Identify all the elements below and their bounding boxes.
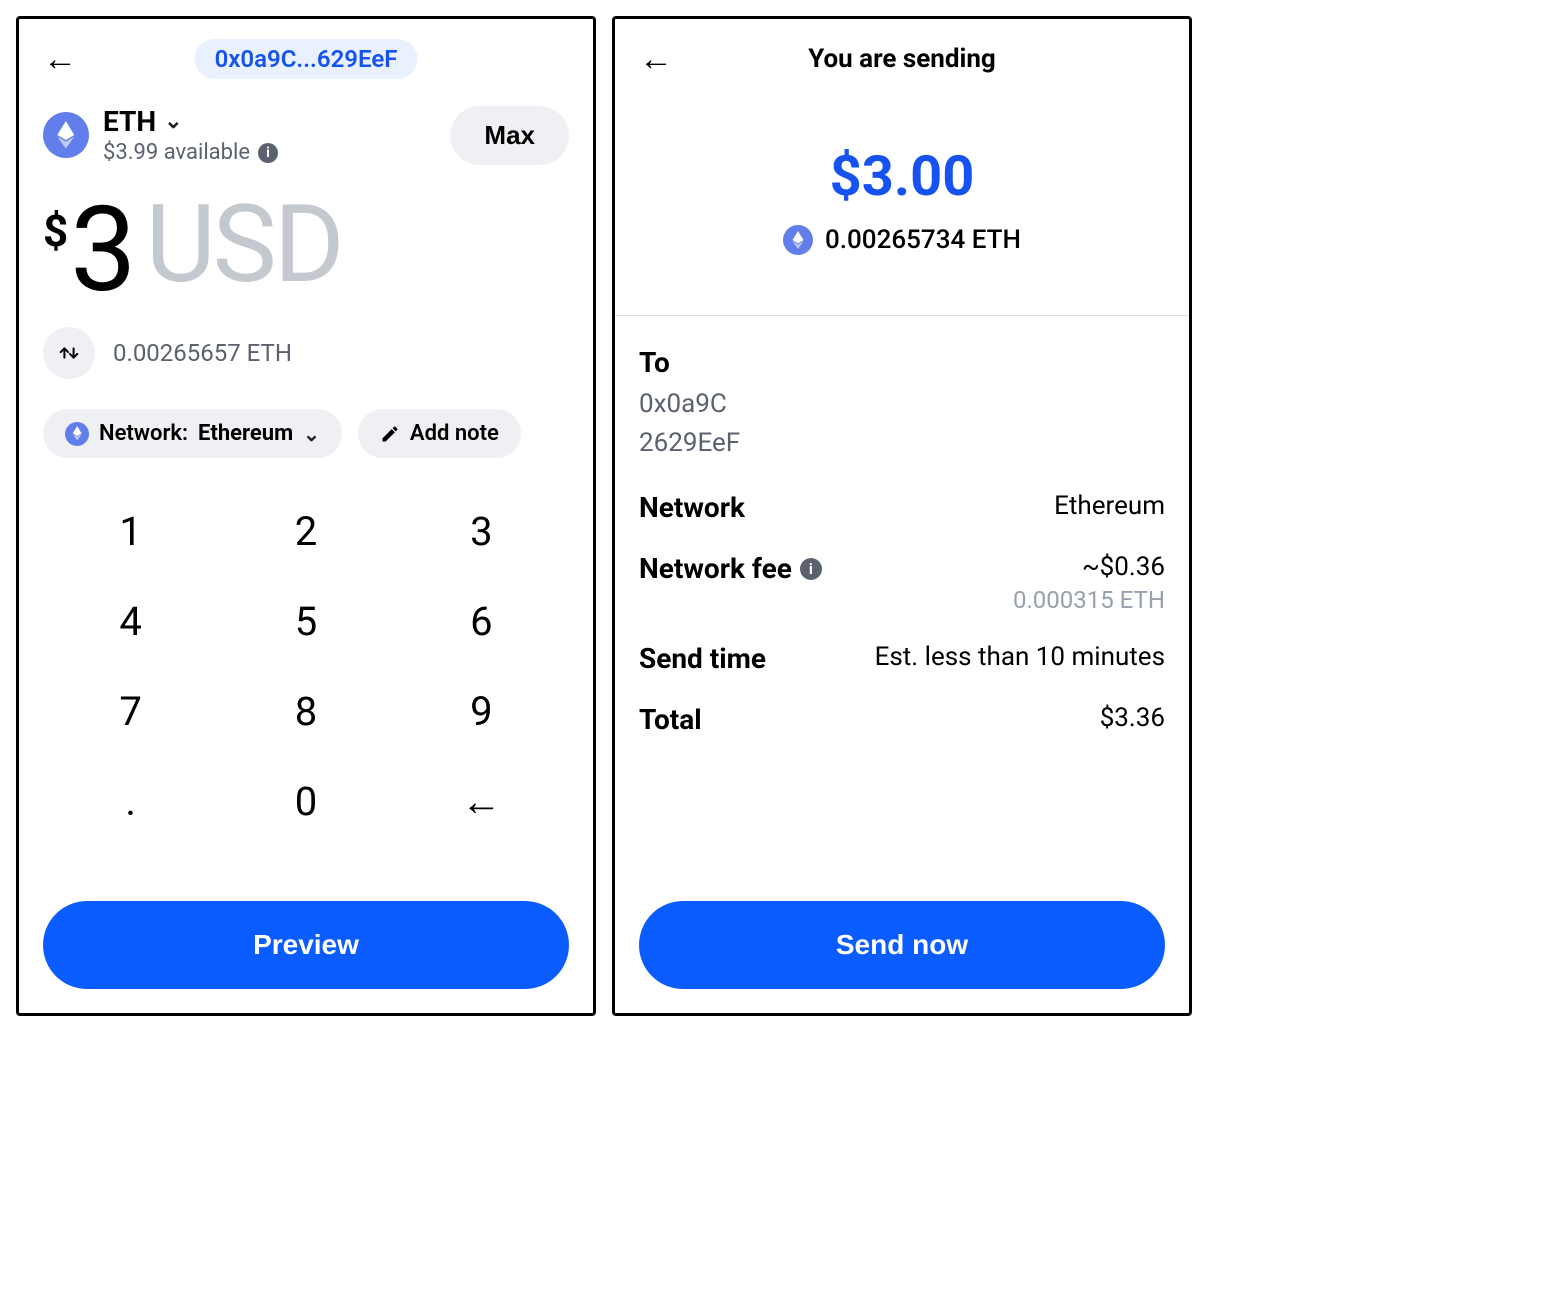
to-line-2: 2629EeF: [639, 424, 1165, 463]
conversion-row: 0.00265657 ETH: [43, 327, 569, 379]
swap-currency-button[interactable]: [43, 327, 95, 379]
max-button[interactable]: Max: [450, 106, 569, 165]
amount-value: 3: [70, 191, 133, 309]
divider: [615, 315, 1189, 316]
fee-label: Network fee: [639, 552, 792, 585]
send-amount-block: $3.00 0.00265734 ETH: [639, 143, 1165, 315]
eth-icon: [43, 112, 89, 158]
total-row: Total $3.36: [639, 703, 1165, 736]
send-time-value: Est. less than 10 minutes: [875, 642, 1165, 672]
key-6[interactable]: 6: [394, 576, 569, 666]
info-icon[interactable]: i: [258, 143, 278, 163]
currency-symbol: $: [43, 205, 68, 257]
key-dot[interactable]: .: [43, 756, 218, 846]
total-value: $3.36: [1100, 703, 1165, 733]
send-confirm-panel: ← You are sending $3.00 0.00265734 ETH T…: [612, 16, 1192, 1016]
network-value: Ethereum: [1054, 491, 1165, 521]
fee-usd: ~$0.36: [1013, 552, 1165, 582]
eth-icon: [783, 225, 813, 255]
asset-selector-row: ETH ⌄ $3.99 available i Max: [43, 105, 569, 165]
send-amount-usd: $3.00: [830, 143, 975, 209]
key-4[interactable]: 4: [43, 576, 218, 666]
send-entry-panel: ← 0x0a9C...629EeF ETH ⌄ $3.99 available …: [16, 16, 596, 1016]
key-5[interactable]: 5: [218, 576, 393, 666]
to-line-1: 0x0a9C: [639, 385, 1165, 424]
details-section: To 0x0a9C 2629EeF Network Ethereum Netwo…: [639, 346, 1165, 736]
key-7[interactable]: 7: [43, 666, 218, 756]
network-label: Network: [639, 491, 745, 524]
send-now-button[interactable]: Send now: [639, 901, 1165, 989]
add-note-label: Add note: [410, 421, 499, 446]
crypto-equiv: 0.00265657 ETH: [113, 339, 292, 367]
asset-picker[interactable]: ETH ⌄: [103, 105, 450, 138]
send-time-row: Send time Est. less than 10 minutes: [639, 642, 1165, 675]
header-row: ← You are sending: [639, 35, 1165, 83]
network-fee-row: Network fee i ~$0.36 0.000315 ETH: [639, 552, 1165, 614]
send-time-label: Send time: [639, 642, 766, 675]
back-icon[interactable]: ←: [43, 42, 77, 76]
back-icon[interactable]: ←: [639, 42, 673, 76]
eth-icon: [65, 422, 89, 446]
amount-display: $ 3 USD: [43, 191, 569, 309]
chips-row: Network: Ethereum ⌄ Add note: [43, 409, 569, 458]
fee-crypto: 0.000315 ETH: [1013, 586, 1165, 614]
add-note-chip[interactable]: Add note: [358, 409, 521, 458]
key-8[interactable]: 8: [218, 666, 393, 756]
key-9[interactable]: 9: [394, 666, 569, 756]
key-2[interactable]: 2: [218, 486, 393, 576]
key-backspace[interactable]: ←: [394, 756, 569, 846]
network-row: Network Ethereum: [639, 491, 1165, 524]
pencil-icon: [380, 424, 400, 444]
recipient-chip[interactable]: 0x0a9C...629EeF: [195, 39, 418, 79]
network-label: Network:: [99, 421, 188, 446]
send-amount-crypto: 0.00265734 ETH: [825, 225, 1021, 255]
numeric-keypad: 1 2 3 4 5 6 7 8 9 . 0 ←: [43, 486, 569, 846]
asset-available: $3.99 available i: [103, 140, 450, 165]
fiat-code: USD: [146, 191, 342, 299]
chevron-down-icon: ⌄: [303, 422, 320, 446]
asset-symbol: ETH: [103, 105, 156, 138]
key-1[interactable]: 1: [43, 486, 218, 576]
info-icon[interactable]: i: [800, 558, 822, 580]
to-block: To 0x0a9C 2629EeF: [639, 346, 1165, 463]
header-row: ← 0x0a9C...629EeF: [43, 35, 569, 83]
preview-button[interactable]: Preview: [43, 901, 569, 989]
page-title: You are sending: [808, 44, 996, 74]
chevron-down-icon: ⌄: [164, 109, 182, 134]
key-0[interactable]: 0: [218, 756, 393, 846]
network-chip[interactable]: Network: Ethereum ⌄: [43, 409, 342, 458]
to-label: To: [639, 346, 1165, 379]
key-3[interactable]: 3: [394, 486, 569, 576]
network-value: Ethereum: [198, 421, 293, 446]
total-label: Total: [639, 703, 702, 736]
